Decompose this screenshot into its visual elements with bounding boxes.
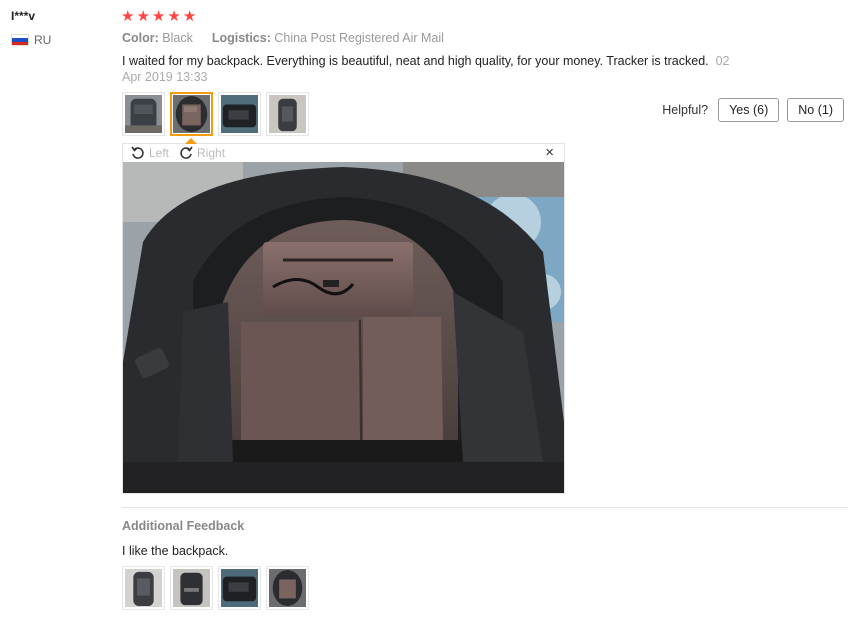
color-label: Color: [122,31,159,45]
rotate-right-label: Right [197,146,226,160]
rotate-left-icon [131,146,144,159]
close-viewer-button[interactable]: × [545,145,554,161]
enlarged-review-photo [123,162,564,493]
additional-photo-thumbnails [122,566,309,610]
rotate-left-button[interactable]: Left [131,146,169,160]
reviewer-name: I***v [11,9,36,23]
review-body: I waited for my backpack. Everything is … [122,54,709,68]
helpful-vote: Helpful? Yes (6) No (1) [662,98,844,122]
logistics-label: Logistics: [211,31,271,45]
logistics-value: China Post Registered Air Mail [274,31,444,45]
rotate-left-label: Left [149,146,170,160]
helpful-no-button[interactable]: No (1) [787,98,844,122]
review-photo-thumb[interactable] [122,92,165,136]
section-divider [122,507,848,508]
reviewer-country: RU [11,33,51,47]
review-text: I waited for my backpack. Everything is … [122,53,742,85]
photo-viewer: Left Right × [122,138,565,494]
star-icon: ★ [151,8,166,25]
review-photo-thumb[interactable] [218,92,261,136]
star-icon: ★ [121,8,135,25]
star-icon: ★ [167,8,181,25]
additional-photo-thumb[interactable] [170,566,213,610]
star-rating: ★ ★ ★ ★ ★ [121,9,196,25]
helpful-label: Helpful? [662,103,709,117]
additional-photo-thumb[interactable] [122,566,165,610]
star-icon: ★ [136,8,150,25]
additional-feedback-title: Additional Feedback [122,519,245,533]
viewer-toolbar: Left Right × [123,144,564,162]
additional-photo-thumb[interactable] [266,566,309,610]
helpful-yes-button[interactable]: Yes (6) [718,98,780,122]
rotate-right-icon [180,146,193,159]
additional-feedback-text: I like the backpack. [122,544,229,558]
review-photo-thumb[interactable] [266,92,309,136]
review-photo-thumb-active[interactable] [170,92,213,136]
additional-photo-thumb[interactable] [218,566,261,610]
rotate-right-button[interactable]: Right [179,146,225,160]
color-value: Black [162,31,193,45]
star-icon: ★ [182,8,197,25]
russia-flag-icon [11,34,29,46]
review-photo-thumbnails [122,92,309,136]
country-code: RU [34,33,52,47]
order-attributes: Color: Black Logistics: China Post Regis… [122,31,444,45]
